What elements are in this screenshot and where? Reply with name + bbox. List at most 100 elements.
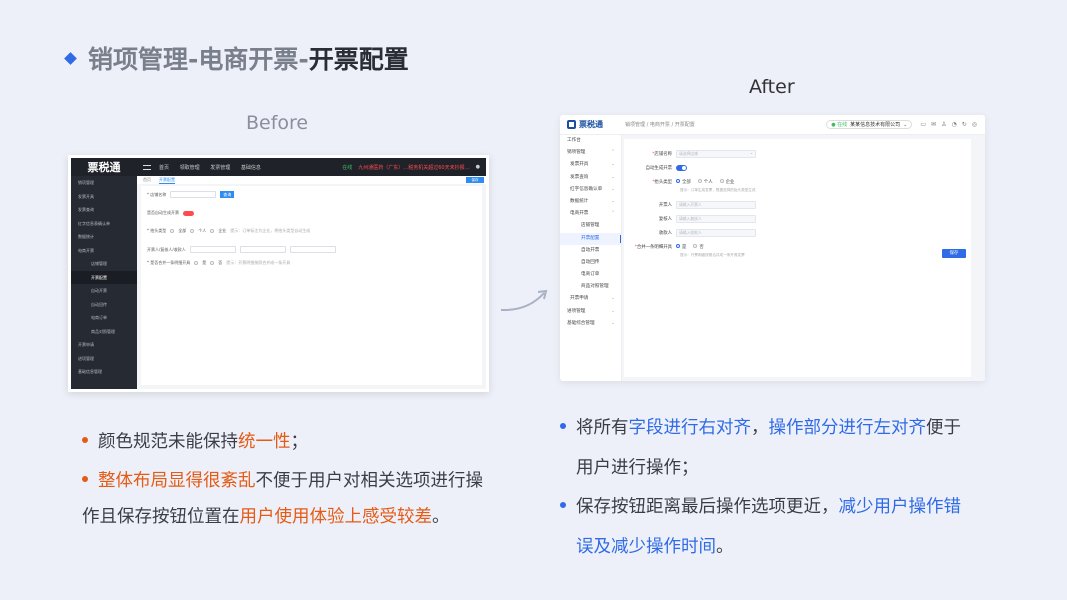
- before-form-card: * 店铺名称 查询 是否自动生成开票 * 抬头类型 全部 个人 企业 提示：订单…: [141, 186, 482, 385]
- before-logo: 票税通: [87, 161, 121, 174]
- after-sidebar-item[interactable]: 开票配置: [560, 232, 621, 245]
- sidebar-item-label: 开票申请: [570, 296, 589, 302]
- mail-icon[interactable]: ✉: [931, 121, 936, 128]
- sidebar-item-label: 进项管理: [567, 308, 586, 314]
- right-bullet-2: 保存按钮距离最后操作选项更近，减少用户操作错 误及减少操作时间。: [560, 487, 1010, 567]
- chevron-icon: ⌄: [611, 174, 615, 180]
- before-sidebar-item[interactable]: 商品对照管理: [71, 325, 137, 339]
- message-icon[interactable]: ▭: [920, 121, 926, 128]
- before-sidebar-item[interactable]: 基础信息管理: [71, 365, 137, 379]
- auto-label: 是否自动生成开票: [147, 210, 179, 215]
- issuer-input[interactable]: [189, 246, 236, 253]
- after-sidebar-item[interactable]: 电商开票 ⌃: [560, 208, 621, 220]
- tab-invoice-config[interactable]: 开票配置: [159, 177, 175, 184]
- after-sidebar-item[interactable]: 自动回传: [560, 257, 621, 269]
- before-sidebar-item[interactable]: 店铺管理: [71, 257, 137, 271]
- auto-toggle[interactable]: [676, 164, 687, 171]
- merge-label: * 是否合并一条明细开具: [147, 260, 191, 265]
- issuer-input[interactable]: 请输入开票人: [676, 200, 756, 209]
- bullet-dot: [560, 502, 566, 508]
- before-save-button[interactable]: 保存: [466, 177, 484, 183]
- warning-text: 九州通医药（广东）…税务机关超过60天未抄报…: [358, 164, 470, 171]
- nav-item[interactable]: 基础信息: [241, 165, 261, 171]
- sidebar-item-label: 店铺管理: [581, 223, 600, 229]
- radio-yes[interactable]: 是: [676, 244, 686, 250]
- text: 作且保存按钮位置在: [82, 507, 240, 527]
- title-highlight: 开票配置: [308, 45, 409, 74]
- radio-yes[interactable]: [194, 261, 199, 265]
- before-sidebar-item[interactable]: 数据统计: [71, 230, 137, 244]
- before-main: 首页 开票配置 保存 * 店铺名称 查询 是否自动生成开票 * 抬头类型 全部 …: [137, 176, 486, 389]
- settings-icon[interactable]: ◎: [972, 121, 977, 128]
- text: ，: [751, 418, 769, 438]
- user-icon[interactable]: ♙: [941, 121, 946, 128]
- nav-item[interactable]: 发票管理: [210, 165, 230, 171]
- radio-company[interactable]: [210, 229, 215, 233]
- radio-personal[interactable]: [190, 229, 195, 233]
- chevron-icon: ⌄: [611, 296, 615, 302]
- after-sidebar-item[interactable]: 自动开票: [560, 245, 621, 257]
- before-sidebar-item[interactable]: 红字信息表确认单: [71, 217, 137, 231]
- before-sidebar-item[interactable]: 电商开票: [71, 244, 137, 258]
- text: 颜色规范未能保持: [98, 432, 238, 452]
- sidebar-item-label: 工作台: [567, 138, 581, 143]
- reviewer-input[interactable]: 请输入复核人: [676, 214, 756, 223]
- after-sidebar-item[interactable]: 销项管理 ⌃: [560, 147, 621, 159]
- text: 。: [432, 507, 450, 527]
- after-sidebar: 工作台销项管理 ⌃ 发票开具 ⌄ 发票查询 ⌄ 红字信息确认单 ⌄ 数据统计 ⌄ 电商开票 ⌃ 店铺管理…: [560, 135, 622, 381]
- before-sidebar-item[interactable]: 开票配置: [71, 270, 137, 284]
- nav-item[interactable]: 领取管理: [180, 165, 200, 171]
- query-button[interactable]: 查询: [220, 191, 235, 198]
- before-sidebar-item[interactable]: 发票开具: [71, 190, 137, 204]
- after-sidebar-item[interactable]: 电商订单: [560, 269, 621, 281]
- people-label: 开票人/复核人/收款人: [147, 246, 186, 252]
- after-sidebar-item[interactable]: 基础综合管理 ⌄: [560, 318, 621, 330]
- radio-personal[interactable]: 个人: [697, 179, 713, 185]
- after-sidebar-item[interactable]: 数据统计 ⌄: [560, 196, 621, 208]
- before-sidebar-item[interactable]: 销项管理: [71, 176, 137, 190]
- before-sidebar-item[interactable]: 电商订单: [71, 311, 137, 325]
- company-switcher[interactable]: ● 在线 某某信息技术有限公司 ⌄: [826, 120, 913, 129]
- tab-home[interactable]: 首页: [143, 177, 151, 183]
- after-sidebar-item[interactable]: 发票查询 ⌄: [560, 172, 621, 184]
- auto-toggle[interactable]: [183, 210, 194, 216]
- radio-all[interactable]: [170, 229, 175, 233]
- chevron-icon: ⌃: [611, 150, 615, 156]
- before-sidebar-item[interactable]: 进项管理: [71, 352, 137, 366]
- after-screenshot: 票税通 销项管理 / 电商开票 / 开票配置 ● 在线 某某信息技术有限公司 ⌄…: [560, 115, 985, 381]
- before-sidebar-item[interactable]: 开票申请: [71, 338, 137, 352]
- status-badge: ● 在线: [831, 122, 848, 128]
- after-sidebar-item[interactable]: 红字信息确认单 ⌄: [560, 184, 621, 196]
- after-sidebar-item[interactable]: 商品对照管理: [560, 281, 621, 293]
- after-sidebar-item[interactable]: 店铺管理: [560, 220, 621, 232]
- text: 便于: [926, 418, 961, 438]
- sidebar-item-label: 基础综合管理: [567, 320, 595, 326]
- nav-item[interactable]: 首页: [159, 165, 169, 171]
- before-sidebar-item[interactable]: 发票查询: [71, 203, 137, 217]
- after-sidebar-item[interactable]: 开票申请 ⌄: [560, 293, 621, 305]
- payee-input[interactable]: [289, 246, 336, 253]
- payee-input[interactable]: 请输入收款人: [676, 228, 756, 237]
- before-sidebar-item[interactable]: 自动回传: [71, 298, 137, 312]
- avatar[interactable]: ●: [476, 164, 480, 170]
- save-button[interactable]: 保存: [942, 249, 966, 258]
- bell-icon[interactable]: ◔: [951, 121, 956, 128]
- radio-label: 企业: [218, 228, 227, 233]
- after-sidebar-item[interactable]: 发票开具 ⌄: [560, 159, 621, 171]
- breadcrumb: 销项管理 / 电商开票 / 开票配置: [625, 122, 695, 128]
- reviewer-input[interactable]: [239, 246, 286, 253]
- after-sidebar-item[interactable]: 工作台: [560, 135, 621, 147]
- menu-icon[interactable]: [143, 164, 151, 170]
- right-bullet-1: 将所有字段进行右对齐，操作部分进行左对齐便于 用户进行操作；: [560, 408, 1010, 488]
- store-select[interactable]: 请选择店铺: [676, 149, 756, 158]
- refresh-icon[interactable]: ↻: [962, 121, 967, 128]
- chevron-icon: ⌄: [611, 308, 615, 314]
- store-select[interactable]: [170, 191, 217, 198]
- auto-label: 自动生成开票: [645, 165, 672, 171]
- before-sidebar-item[interactable]: 自动开票: [71, 284, 137, 298]
- radio-no[interactable]: [210, 261, 215, 265]
- radio-all[interactable]: 全部: [676, 179, 691, 185]
- after-sidebar-item[interactable]: 进项管理 ⌄: [560, 306, 621, 318]
- radio-no[interactable]: 否: [693, 244, 704, 250]
- radio-company[interactable]: 企业: [719, 179, 734, 185]
